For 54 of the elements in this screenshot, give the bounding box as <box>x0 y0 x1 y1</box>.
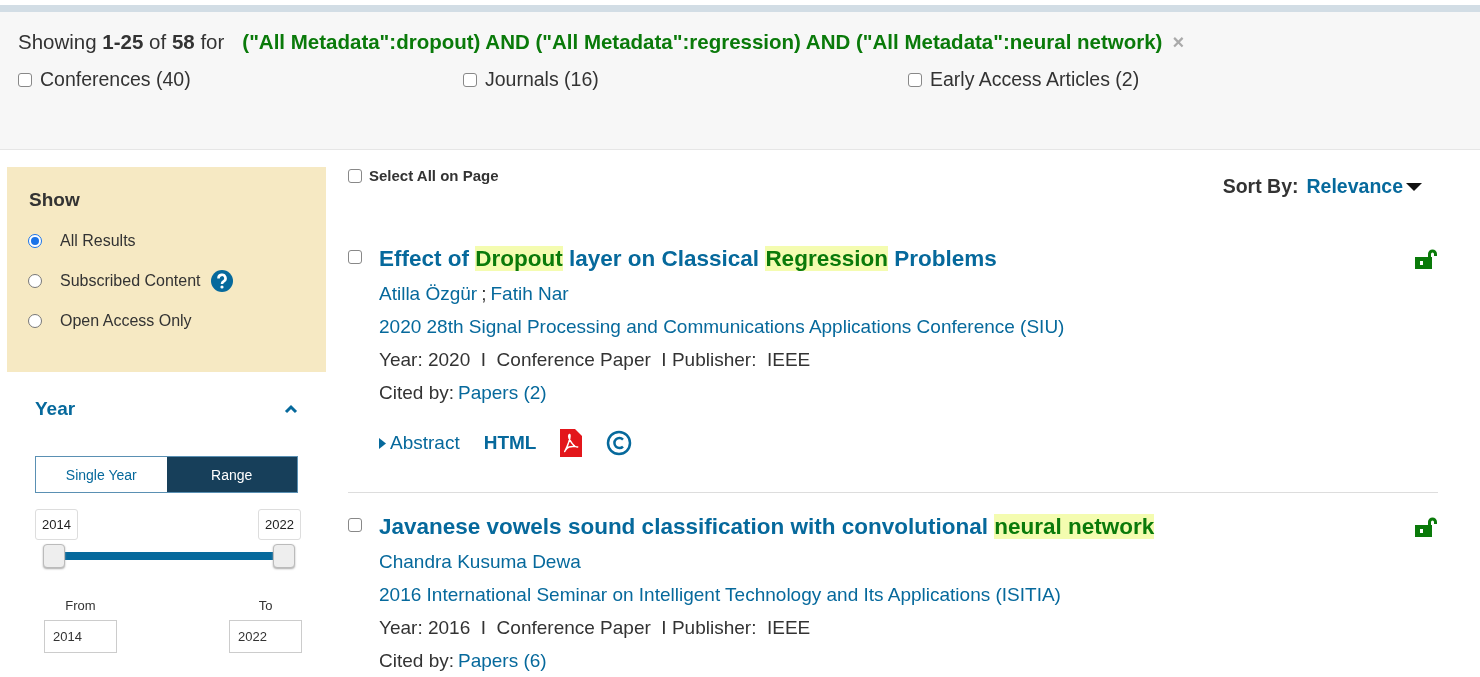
search-query: ("All Metadata":dropout) AND ("All Metadata":regression) AND ("All Metadata":neural network) <box>242 30 1163 54</box>
html-link[interactable]: HTML <box>483 432 537 454</box>
radio-label[interactable]: Subscribed Content <box>60 272 201 290</box>
chevron-icon[interactable] <box>284 404 298 414</box>
checkbox[interactable] <box>463 72 477 87</box>
pdf-icon[interactable] <box>560 429 583 457</box>
help-icon[interactable] <box>210 270 233 292</box>
checkbox[interactable] <box>908 72 922 87</box>
results-count: Showing 1-25 of 58 for <box>18 30 225 54</box>
abstract-toggle[interactable]: Abstract <box>379 432 460 454</box>
separator: ; <box>481 283 487 305</box>
result-title[interactable]: Javanese vowels sound classification with convolutional neural network <box>379 514 1155 540</box>
checkbox[interactable] <box>348 250 362 264</box>
author-link[interactable]: Fatih Nar <box>490 283 569 305</box>
filter-label[interactable]: Journals (16) <box>485 68 599 91</box>
sort-dropdown[interactable]: Relevance <box>1306 175 1423 198</box>
venue-link[interactable]: 2020 28th Signal Processing and Communications Applications Conference (SIU) <box>379 316 1065 338</box>
range-min-label: 2014 <box>35 509 78 540</box>
citations-link[interactable]: Papers (6) <box>458 650 547 672</box>
venue-link[interactable]: 2016 International Seminar on Intelligent Technology and Its Applications (ISITIA) <box>379 584 1061 606</box>
cited-by-label: Cited by: <box>379 650 454 672</box>
radio-label[interactable]: Open Access Only <box>60 312 192 330</box>
radio-button[interactable] <box>28 314 42 328</box>
filter-label[interactable]: Early Access Articles (2) <box>930 68 1140 91</box>
citations-link[interactable]: Papers (2) <box>458 382 547 404</box>
radio-button[interactable] <box>28 234 42 248</box>
author-link[interactable]: Atilla Özgür <box>379 283 478 305</box>
author-link[interactable]: Chandra Kusuma Dewa <box>379 551 581 573</box>
copyright-icon[interactable] <box>606 430 633 456</box>
select-all-label[interactable]: Select All on Page <box>369 167 499 184</box>
from-year-field[interactable]: 2014 <box>44 620 117 653</box>
radio-label[interactable]: All Results <box>60 232 136 250</box>
checkbox[interactable] <box>18 72 32 87</box>
section-title: Year <box>35 398 76 420</box>
caret-icon <box>1405 181 1423 192</box>
field-label: To <box>258 598 273 613</box>
cited-by-label: Cited by: <box>379 382 454 404</box>
slider-track[interactable] <box>65 552 273 560</box>
radio-button[interactable] <box>28 274 42 288</box>
publication-info: Year: 2016 I Conference Paper I Publisher: IEEE <box>379 617 811 639</box>
slider-handle[interactable] <box>43 544 65 568</box>
checkbox[interactable] <box>348 168 362 183</box>
publication-info: Year: 2020 I Conference Paper I Publisher: IEEE <box>379 349 811 371</box>
sort-label: Sort By: <box>1222 175 1299 198</box>
result-title[interactable]: Effect of Dropout layer on Classical Regression Problems <box>379 246 997 272</box>
range-max-label: 2022 <box>258 509 301 540</box>
checkbox[interactable] <box>348 518 362 532</box>
field-label: From <box>65 598 96 613</box>
year-mode-tab[interactable]: Range <box>166 457 297 492</box>
slider-handle[interactable] <box>273 544 295 568</box>
panel-title: Show <box>29 189 81 211</box>
to-year-field[interactable]: 2022 <box>229 620 302 653</box>
caret-icon <box>379 437 386 449</box>
filter-label[interactable]: Conferences (40) <box>40 68 191 91</box>
